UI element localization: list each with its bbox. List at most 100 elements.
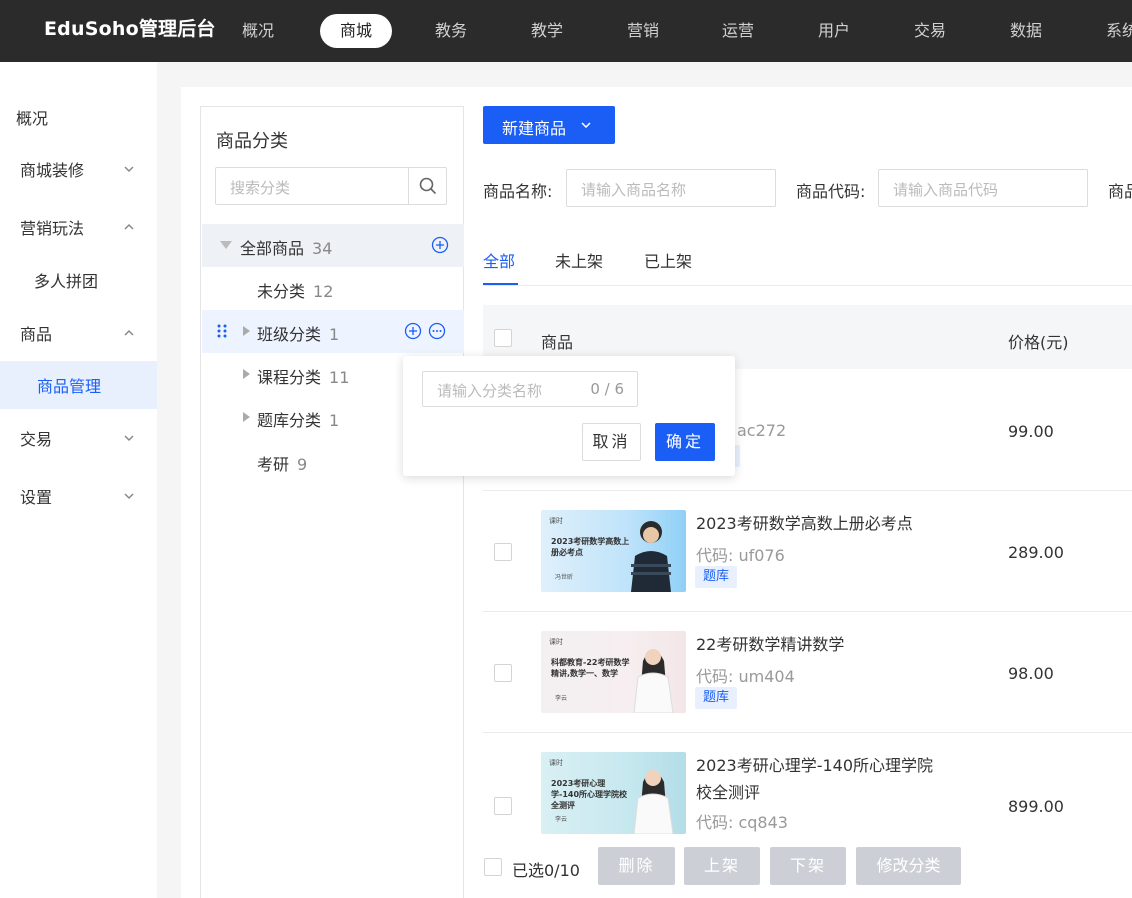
category-title: 商品分类 <box>216 131 288 152</box>
thumb-logo: 课时 <box>549 638 563 646</box>
product-price: 899.00 <box>1008 797 1064 816</box>
product-code-placeholder: 请输入商品代码 <box>893 181 999 199</box>
product-code: 代码: cq843 <box>696 813 788 832</box>
sidebar-item-label: 多人拼团 <box>34 272 99 291</box>
sidebar-item-label: 商品管理 <box>37 377 102 396</box>
sidebar-item-marketing-play[interactable]: 营销玩法 <box>0 205 157 249</box>
tree-node-count: 12 <box>313 282 334 301</box>
table-row[interactable]: 课时 科都教育-22考研数学精讲,数学一、数学 李云 22考研数学精讲数学 代码… <box>483 612 1132 733</box>
product-thumbnail[interactable]: 课时 2023考研心理学-140所心理学院校全测评 李云 <box>541 752 686 834</box>
selected-count: 已选0/10 <box>512 861 580 880</box>
nav-overview[interactable]: 概况 <box>222 14 294 48</box>
nav-teaching[interactable]: 教学 <box>511 14 583 48</box>
row-checkbox[interactable] <box>494 664 512 682</box>
nav-users[interactable]: 用户 <box>798 14 870 48</box>
sidebar-item-label: 商城装修 <box>20 161 85 180</box>
product-name[interactable]: 22考研数学精讲数学 <box>696 632 844 658</box>
bulk-select-checkbox[interactable] <box>484 858 502 876</box>
category-name-placeholder: 请输入分类名称 <box>437 382 543 400</box>
sidebar-item-overview[interactable]: 概况 <box>0 95 157 139</box>
sidebar-item-group-buy[interactable]: 多人拼团 <box>0 258 157 302</box>
chevron-down-icon <box>124 435 134 442</box>
tree-node-count: 11 <box>329 368 350 387</box>
search-icon <box>419 177 436 195</box>
tree-node-count: 34 <box>312 239 333 258</box>
bulk-action-bar: 已选0/10 删除 上架 下架 修改分类 <box>483 845 1132 898</box>
new-product-label: 新建商品 <box>502 119 567 138</box>
sidebar-item-products[interactable]: 商品 <box>0 311 157 355</box>
sidebar-item-product-management[interactable]: 商品管理 <box>0 361 157 409</box>
caret-down-icon[interactable] <box>220 241 232 249</box>
tab-unlisted[interactable]: 未上架 <box>555 248 603 272</box>
cancel-button[interactable]: 取消 <box>582 423 641 461</box>
nav-operations[interactable]: 运营 <box>702 14 774 48</box>
list-button[interactable]: 上架 <box>684 847 760 885</box>
product-thumbnail[interactable]: 课时 科都教育-22考研数学精讲,数学一、数学 李云 <box>541 631 686 713</box>
add-circle-icon[interactable] <box>404 322 422 340</box>
product-code: 代码: um404 <box>696 667 795 686</box>
category-search-input[interactable]: 搜索分类 <box>215 167 447 205</box>
filter-third-label: 商品 <box>1108 182 1132 201</box>
category-name-input[interactable]: 请输入分类名称 0 / 6 <box>422 371 638 407</box>
thumb-teacher: 李云 <box>555 695 568 702</box>
table-row[interactable]: 课时 2023考研心理学-140所心理学院校全测评 李云 2023考研心理学-1… <box>483 733 1132 845</box>
delete-button[interactable]: 删除 <box>598 847 675 885</box>
nav-academic[interactable]: 教务 <box>415 14 487 48</box>
product-thumbnail[interactable]: 课时 2023考研数学高数上册必考点 冯世昕 <box>541 510 686 592</box>
chevron-down-icon <box>124 493 134 500</box>
select-all-checkbox[interactable] <box>494 329 512 347</box>
nav-system[interactable]: 系统 <box>1086 14 1132 48</box>
thumb-teacher: 冯世昕 <box>555 574 574 581</box>
change-category-button[interactable]: 修改分类 <box>856 847 961 885</box>
tree-node-count: 1 <box>329 411 340 430</box>
app-title: EduSoho管理后台 <box>44 18 216 40</box>
product-name-placeholder: 请输入商品名称 <box>581 181 687 199</box>
tab-all[interactable]: 全部 <box>483 248 515 272</box>
sidebar-item-label: 商品 <box>20 325 53 344</box>
unlist-button[interactable]: 下架 <box>770 847 846 885</box>
tree-node-uncategorized[interactable]: 未分类 12 <box>202 267 464 310</box>
tree-node-label: 考研 <box>257 455 290 474</box>
caret-right-icon[interactable] <box>243 326 250 336</box>
tree-node-all-products[interactable]: 全部商品 34 <box>202 224 464 267</box>
thumb-teacher: 李云 <box>555 816 568 823</box>
category-search-placeholder: 搜索分类 <box>230 179 291 197</box>
product-name[interactable]: 2023考研心理学-140所心理学院 <box>696 753 933 779</box>
nav-marketing[interactable]: 营销 <box>607 14 679 48</box>
product-code: ac272 <box>737 421 787 440</box>
char-counter: 0 / 6 <box>590 380 624 398</box>
add-circle-icon[interactable] <box>431 236 449 254</box>
tab-listed[interactable]: 已上架 <box>644 248 692 272</box>
more-icon[interactable] <box>428 322 446 340</box>
table-row[interactable]: 课时 2023考研数学高数上册必考点 冯世昕 2023考研数学高数上册必考点 代… <box>483 491 1132 612</box>
product-name[interactable]: 2023考研数学高数上册必考点 <box>696 511 913 537</box>
header-product: 商品 <box>541 333 574 352</box>
confirm-button[interactable]: 确定 <box>655 423 715 461</box>
sidebar-item-trade[interactable]: 交易 <box>0 416 157 460</box>
product-code-input[interactable]: 请输入商品代码 <box>878 169 1088 207</box>
filter-code-label: 商品代码: <box>796 182 866 201</box>
nav-data[interactable]: 数据 <box>990 14 1062 48</box>
product-name-input[interactable]: 请输入商品名称 <box>566 169 776 207</box>
row-checkbox[interactable] <box>494 543 512 561</box>
tree-node-count: 9 <box>297 455 308 474</box>
tab-divider <box>483 285 1132 286</box>
add-category-popover: 请输入分类名称 0 / 6 取消 确定 <box>403 356 735 476</box>
caret-right-icon[interactable] <box>243 412 250 422</box>
sidebar-item-settings[interactable]: 设置 <box>0 474 157 518</box>
product-name-line2[interactable]: 校全测评 <box>696 780 760 806</box>
sidebar-item-mall-decoration[interactable]: 商城装修 <box>0 147 157 191</box>
new-product-button[interactable]: 新建商品 <box>483 106 615 144</box>
teacher-photo <box>631 521 671 592</box>
sidebar-item-label: 概况 <box>16 109 49 128</box>
tree-node-class-category[interactable]: 班级分类 1 <box>202 310 464 353</box>
nav-trade[interactable]: 交易 <box>894 14 966 48</box>
chevron-down-icon <box>124 166 134 173</box>
caret-right-icon[interactable] <box>243 369 250 379</box>
sidebar-item-label: 营销玩法 <box>20 219 85 238</box>
teacher-photo <box>633 770 674 834</box>
category-search-button[interactable] <box>408 168 446 204</box>
row-checkbox[interactable] <box>494 797 512 815</box>
drag-handle-icon[interactable] <box>216 322 228 340</box>
nav-mall[interactable]: 商城 <box>320 14 393 48</box>
